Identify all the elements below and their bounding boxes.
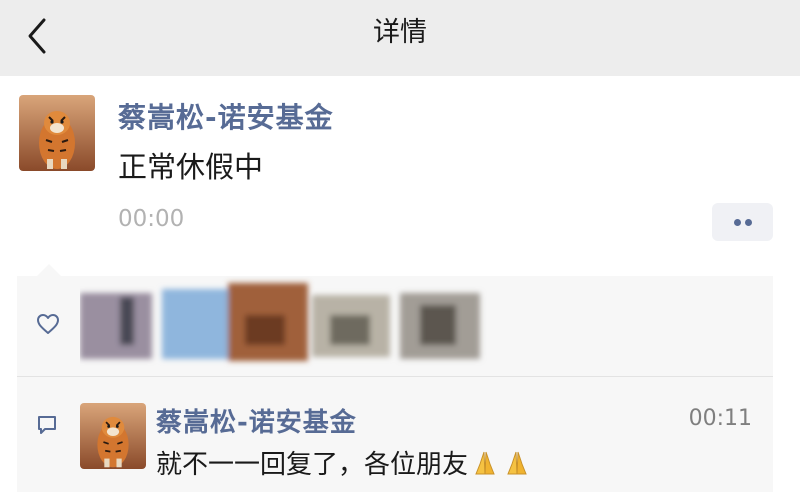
comment-avatar[interactable] bbox=[80, 403, 146, 469]
heart-icon bbox=[37, 314, 59, 334]
more-dot-icon bbox=[745, 219, 752, 226]
pray-icon bbox=[475, 451, 495, 474]
comment-author-name[interactable]: 蔡嵩松-诺安基金 bbox=[156, 402, 357, 439]
pray-icon bbox=[507, 451, 527, 474]
tiger-avatar-image bbox=[19, 95, 95, 171]
comment-icon bbox=[38, 416, 56, 434]
more-actions-button[interactable] bbox=[712, 203, 773, 241]
post-avatar[interactable] bbox=[19, 95, 95, 171]
comment-area-arrow bbox=[37, 264, 61, 276]
liked-users-avatars-blurred[interactable] bbox=[80, 275, 500, 370]
comment-text: 就不一一回复了，各位朋友 bbox=[156, 444, 532, 481]
page-title: 详情 bbox=[373, 17, 427, 48]
comment-timestamp: 00:11 bbox=[688, 406, 752, 431]
divider bbox=[17, 376, 773, 377]
more-dot-icon bbox=[734, 219, 741, 226]
post-author-name[interactable]: 蔡嵩松-诺安基金 bbox=[118, 96, 334, 136]
comment-text-content: 就不一一回复了，各位朋友 bbox=[156, 450, 469, 480]
navbar: 详情 bbox=[0, 0, 800, 76]
post-text: 正常休假中 bbox=[118, 150, 264, 184]
post-timestamp: 00:00 bbox=[118, 206, 185, 232]
tiger-avatar-image bbox=[80, 403, 146, 469]
